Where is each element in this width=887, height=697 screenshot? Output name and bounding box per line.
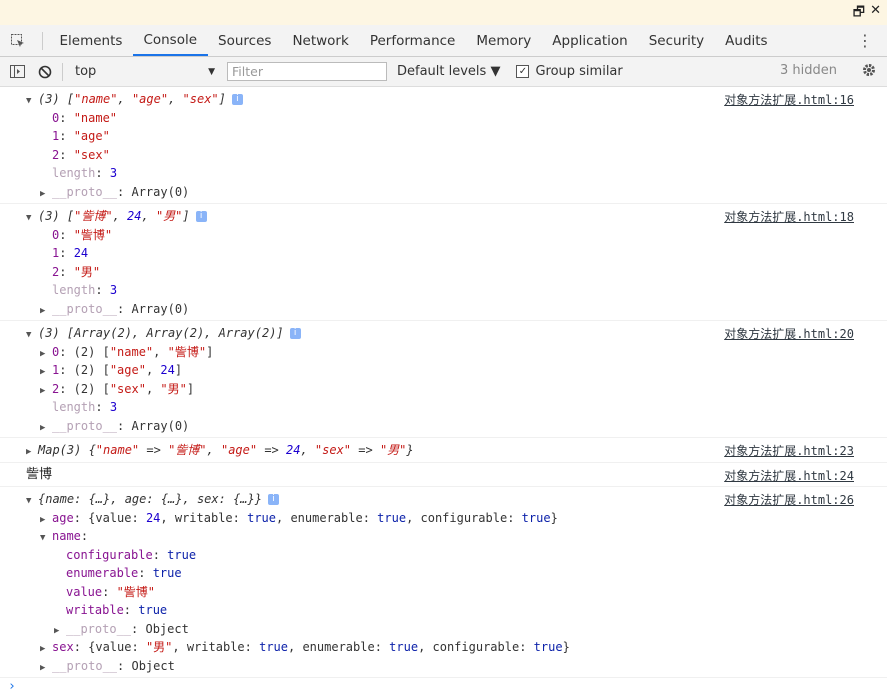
- divider: [42, 31, 43, 50]
- array-entry[interactable]: ▶ 2: (2) ["sex", "男"]: [0, 380, 887, 399]
- source-link[interactable]: 对象方法扩展.html:20: [724, 325, 854, 342]
- proto-entry[interactable]: ▶ __proto__: Object: [0, 620, 887, 639]
- console-prompt[interactable]: ›: [0, 678, 887, 697]
- tab-memory[interactable]: Memory: [466, 25, 542, 56]
- tab-audits[interactable]: Audits: [715, 25, 778, 56]
- context-label: top: [75, 64, 97, 79]
- array-entry: 2: "男": [52, 264, 101, 279]
- console-message: 对象方法扩展.html:24 訾博: [0, 463, 887, 487]
- collapsed-triangle-icon: ▶: [40, 305, 46, 316]
- collapsed-triangle-icon: ▶: [40, 662, 46, 673]
- collapsed-triangle-icon: ▶: [40, 385, 46, 396]
- length-entry: length: 3: [52, 166, 118, 180]
- collapsed-triangle-icon: ▶: [40, 644, 46, 654]
- source-link[interactable]: 对象方法扩展.html:18: [724, 208, 854, 225]
- console-log: 对象方法扩展.html:16 ▼ (3) ["name", "age", "sex…: [0, 87, 887, 697]
- expanded-triangle-icon: ▼: [26, 330, 32, 340]
- collapsed-triangle-icon: ▶: [40, 188, 46, 199]
- tab-performance[interactable]: Performance: [359, 25, 466, 56]
- array-entry[interactable]: ▶ 1: (2) ["age", 24]: [0, 361, 887, 380]
- console-message: 对象方法扩展.html:20 ▼ (3) [Array(2), Array(2),…: [0, 321, 887, 438]
- devtools-tabbar: Elements Console Sources Network Perform…: [0, 25, 887, 57]
- gear-icon[interactable]: [861, 62, 877, 82]
- expanded-triangle-icon: ▼: [26, 96, 32, 106]
- source-link[interactable]: 对象方法扩展.html:24: [724, 467, 854, 484]
- restore-icon[interactable]: 🗗: [853, 3, 865, 25]
- checkbox-checked-icon[interactable]: ✓: [516, 65, 530, 78]
- source-link[interactable]: 对象方法扩展.html:23: [724, 442, 854, 459]
- proto-entry[interactable]: ▶ __proto__: Array(0): [0, 300, 887, 319]
- array-entry: 2: "sex": [52, 147, 110, 162]
- console-toolbar: top ▼ Default levels ▼ ✓ Group similar 3…: [0, 57, 887, 87]
- clear-console-icon[interactable]: [34, 65, 56, 79]
- descriptor-entry: writable: true: [66, 603, 168, 617]
- descriptor-entry: configurable: true: [66, 547, 197, 562]
- info-icon: i: [289, 328, 301, 339]
- console-message: 对象方法扩展.html:16 ▼ (3) ["name", "age", "sex…: [0, 87, 887, 204]
- collapsed-triangle-icon: ▶: [40, 367, 46, 377]
- expanded-triangle-icon: ▼: [26, 213, 32, 223]
- proto-entry[interactable]: ▶ __proto__: Array(0): [0, 183, 887, 202]
- log-levels-dropdown[interactable]: Default levels ▼: [397, 64, 500, 79]
- property-entry[interactable]: ▼ name:: [0, 527, 887, 546]
- more-options-icon[interactable]: ⋮: [857, 31, 873, 50]
- source-link[interactable]: 对象方法扩展.html:26: [724, 491, 854, 508]
- sidebar-toggle-icon[interactable]: [6, 65, 28, 78]
- inspect-element-icon[interactable]: [0, 25, 36, 56]
- descriptor-entry: value: "訾博": [66, 584, 156, 599]
- array-entry: 0: "name": [52, 110, 118, 125]
- console-message: 对象方法扩展.html:18 ▼ (3) ["訾博", 24, "男"] i 0: …: [0, 204, 887, 321]
- info-icon: i: [195, 211, 207, 222]
- tab-security[interactable]: Security: [638, 25, 714, 56]
- descriptor-entry: enumerable: true: [66, 566, 182, 580]
- tab-application[interactable]: Application: [542, 25, 638, 56]
- filter-input[interactable]: [227, 62, 387, 81]
- tab-sources[interactable]: Sources: [208, 25, 282, 56]
- proto-entry[interactable]: ▶ __proto__: Object: [0, 657, 887, 676]
- array-entry: 1: 24: [52, 246, 89, 260]
- collapsed-triangle-icon: ▶: [26, 447, 32, 457]
- chevron-down-icon: ▼: [208, 66, 215, 77]
- property-entry[interactable]: ▶ age: {value: 24, writable: true, enumer…: [0, 509, 887, 528]
- console-message: 对象方法扩展.html:23 ▶ Map(3) {"name" => "訾博", …: [0, 438, 887, 463]
- length-entry: length: 3: [52, 283, 118, 297]
- tab-console[interactable]: Console: [132, 25, 208, 56]
- proto-entry[interactable]: ▶ __proto__: Array(0): [0, 417, 887, 436]
- window-titlebar: 🗗 ✕: [0, 0, 887, 25]
- tab-network[interactable]: Network: [282, 25, 359, 56]
- property-entry[interactable]: ▶ sex: {value: "男", writable: true, enume…: [0, 638, 887, 657]
- length-entry: length: 3: [52, 400, 118, 414]
- divider: [62, 62, 63, 81]
- group-similar-label: Group similar: [535, 64, 623, 79]
- array-entry[interactable]: ▶ 0: (2) ["name", "訾博"]: [0, 343, 887, 362]
- source-link[interactable]: 对象方法扩展.html:16: [724, 91, 854, 108]
- collapsed-triangle-icon: ▶: [40, 422, 46, 433]
- array-entry: 1: "age": [52, 129, 110, 143]
- array-entry: 0: "訾博": [52, 227, 113, 242]
- context-selector[interactable]: top ▼: [69, 64, 221, 79]
- tab-elements[interactable]: Elements: [49, 25, 133, 56]
- close-icon[interactable]: ✕: [870, 3, 881, 18]
- hidden-messages-count: 3 hidden: [780, 63, 837, 78]
- console-message: 对象方法扩展.html:26 ▼ {name: {…}, age: {…}, se…: [0, 487, 887, 678]
- info-icon: i: [231, 94, 243, 105]
- info-icon: i: [267, 494, 279, 505]
- group-similar-toggle[interactable]: ✓ Group similar: [516, 64, 623, 79]
- expanded-triangle-icon: ▼: [26, 496, 32, 506]
- expanded-triangle-icon: ▼: [40, 533, 46, 543]
